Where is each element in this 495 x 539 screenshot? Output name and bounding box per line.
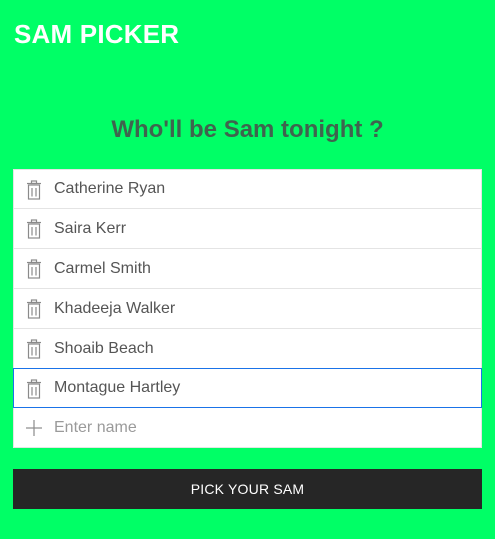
- person-name: Carmel Smith: [54, 260, 151, 277]
- person-name: Catherine Ryan: [54, 180, 166, 197]
- list-item: Khadeeja Walker: [13, 289, 482, 329]
- list-item: Carmel Smith: [13, 249, 482, 289]
- trash-icon[interactable]: [25, 299, 43, 319]
- person-name: Shoaib Beach: [54, 340, 154, 357]
- name-input[interactable]: [54, 408, 464, 447]
- plus-icon[interactable]: [25, 418, 43, 438]
- trash-icon[interactable]: [25, 180, 43, 200]
- pick-your-sam-button[interactable]: PICK YOUR SAM: [13, 469, 482, 509]
- trash-icon[interactable]: [25, 379, 43, 399]
- list-item: Saira Kerr: [13, 209, 482, 249]
- name-list: Catherine Ryan Saira Kerr Carmel Smith K…: [13, 169, 482, 448]
- add-name-row: [13, 408, 482, 448]
- person-name: Montague Hartley: [54, 379, 181, 396]
- trash-icon[interactable]: [25, 219, 43, 239]
- list-item: Catherine Ryan: [13, 169, 482, 209]
- person-name: Saira Kerr: [54, 220, 127, 237]
- trash-icon[interactable]: [25, 259, 43, 279]
- list-item: Shoaib Beach: [13, 329, 482, 369]
- person-name: Khadeeja Walker: [54, 300, 176, 317]
- page-question: Who'll be Sam tonight ?: [111, 116, 384, 143]
- app-title: SAM PICKER: [14, 19, 180, 49]
- trash-icon[interactable]: [25, 339, 43, 359]
- list-item[interactable]: Montague Hartley: [13, 368, 482, 408]
